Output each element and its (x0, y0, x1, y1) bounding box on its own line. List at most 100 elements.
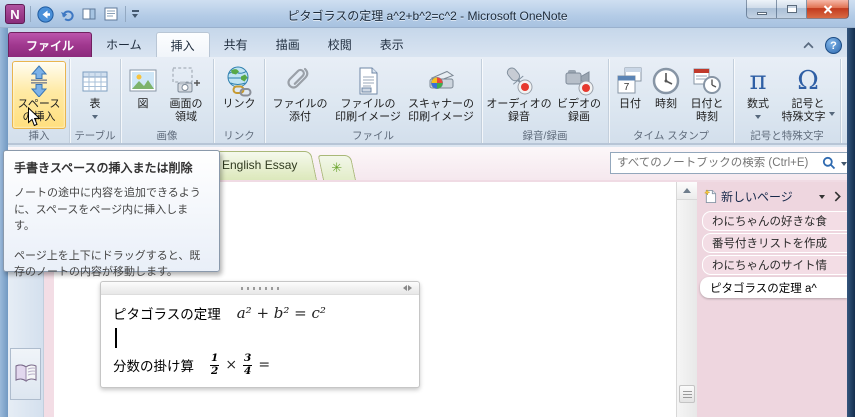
scrollbar-thumb[interactable] (679, 385, 695, 403)
search-box (610, 152, 853, 174)
search-input[interactable] (617, 157, 822, 169)
button-label: 表 (89, 98, 101, 110)
tooltip-insert-space: 手書きスペースの挿入または削除 ノートの途中に内容を追加できるように、スペースを… (3, 150, 220, 278)
button-label: ファイルの (272, 98, 328, 110)
tab-review[interactable]: 校閲 (314, 32, 366, 57)
page-tab-selected[interactable]: ピタゴラスの定理 a^ (700, 277, 847, 298)
equation-text: a² + b² = c² (236, 304, 326, 322)
vertical-scrollbar[interactable] (676, 182, 697, 417)
resize-handle-icon[interactable] (400, 285, 415, 291)
date-button[interactable]: 7 日付 (612, 61, 648, 129)
symbol-button[interactable]: Ω 記号と 特殊文字 (779, 61, 837, 129)
undo-button[interactable] (58, 5, 76, 23)
section-tab-label: English Essay (222, 158, 298, 172)
screen-clipping-button[interactable]: 画面の 領域 (162, 61, 210, 129)
note-line-cursor (113, 326, 407, 350)
new-page-dropdown-icon[interactable] (819, 195, 825, 202)
group-label-symbols: 記号と特殊文字 (750, 130, 824, 142)
date-and-time-button[interactable]: 日付と 時刻 (684, 61, 730, 129)
close-icon (823, 4, 832, 14)
file-printout-button[interactable]: ファイルの 印刷イメージ (332, 61, 404, 129)
dropdown-caret-icon (828, 112, 835, 119)
minimize-button[interactable] (746, 0, 777, 19)
table-button[interactable]: 表 (73, 61, 117, 129)
dropdown-caret-icon (755, 115, 761, 122)
microphone-icon (503, 65, 535, 97)
note-text: 分数の掛け算 (113, 359, 194, 374)
group-label-insert: 挿入 (28, 130, 50, 142)
button-label: 録音 (508, 111, 530, 123)
full-page-view-icon (104, 7, 118, 21)
link-globe-icon (223, 65, 255, 97)
window-title: ピタゴラスの定理 a^2+b^2=c^2 - Microsoft OneNote (287, 9, 568, 23)
scanner-printout-icon (425, 65, 457, 97)
titlebar: N ピタゴラスの定理 a^2+b^2=c^2 - Microsoft OneNo… (0, 0, 855, 28)
equals-operator: = (258, 357, 271, 373)
new-page-icon (704, 189, 717, 203)
customize-qat-dropdown-icon[interactable] (131, 9, 141, 19)
new-section-tab-button[interactable]: ✳ (318, 155, 357, 180)
ribbon: スペース の挿入 挿入 表 テーブル 図 画面の 領域 画像 リンク リンク フ… (8, 57, 847, 145)
drag-handle-icon (241, 287, 279, 290)
paperclip-icon (284, 65, 316, 97)
page-tab[interactable]: 番号付きリストを作成 (702, 233, 847, 253)
section-tab-english-essay[interactable]: English Essay (205, 151, 318, 180)
collapse-panel-icon[interactable] (834, 191, 841, 202)
back-button[interactable] (36, 5, 54, 23)
page-tab[interactable]: わにちゃんのサイト情 (702, 255, 847, 275)
maximize-button[interactable] (777, 0, 807, 19)
page-list: わにちゃんの好きな食 番号付きリストを作成 わにちゃんのサイト情 ピタゴラスの定… (697, 208, 847, 298)
full-page-view-button[interactable] (102, 5, 120, 23)
search-icon[interactable] (822, 156, 836, 170)
ribbon-group-insert: スペース の挿入 挿入 (9, 59, 70, 143)
link-button[interactable]: リンク (217, 61, 261, 129)
group-label-recording: 録音/録画 (522, 130, 568, 142)
button-label: 日付 (619, 98, 641, 110)
group-label-tables: テーブル (74, 130, 116, 142)
tab-home[interactable]: ホーム (92, 32, 156, 57)
equation-button[interactable]: π 数式 (737, 61, 779, 129)
note-line-2: 分数の掛け算 12 × 34 = (113, 350, 407, 380)
picture-button[interactable]: 図 (124, 61, 162, 129)
tab-draw[interactable]: 描画 (262, 32, 314, 57)
tooltip-body: ページ上を上下にドラッグすると、既存のノートの内容が移動します。 (14, 249, 201, 279)
button-label: 添付 (289, 111, 311, 123)
attach-file-button[interactable]: ファイルの 添付 (268, 61, 332, 129)
calendar-clock-icon (691, 65, 723, 97)
collapse-ribbon-icon[interactable] (803, 42, 814, 49)
dock-to-desktop-button[interactable] (80, 5, 98, 23)
button-label: 領域 (175, 111, 197, 123)
tab-insert[interactable]: 挿入 (155, 32, 210, 57)
help-button[interactable]: ? (825, 37, 842, 54)
record-video-button[interactable]: ビデオの 録画 (553, 61, 605, 129)
pi-equation-icon: π (749, 66, 767, 96)
tab-file[interactable]: ファイル (8, 32, 93, 57)
scroll-up-button[interactable] (677, 182, 697, 200)
record-audio-button[interactable]: オーディオの 録音 (485, 61, 553, 129)
times-operator: × (225, 357, 238, 373)
window-border-right (847, 28, 855, 417)
page-tab[interactable]: わにちゃんの好きな食 (702, 211, 847, 231)
button-label: 記号と (791, 98, 825, 110)
notebook-button[interactable] (10, 348, 41, 400)
minimize-icon (756, 11, 767, 15)
note-line-1: ピタゴラスの定理 a² + b² = c² (113, 300, 407, 326)
note-container[interactable]: ピタゴラスの定理 a² + b² = c² 分数の掛け算 12 × 34 = (100, 281, 420, 388)
new-section-icon: ✳ (331, 160, 343, 175)
undo-icon (61, 10, 74, 22)
tab-share[interactable]: 共有 (210, 32, 262, 57)
time-button[interactable]: 時刻 (648, 61, 684, 129)
calendar-icon: 7 (614, 65, 646, 97)
tab-view[interactable]: 表示 (366, 32, 418, 57)
scanner-printout-button[interactable]: スキャナーの 印刷イメージ (404, 61, 478, 129)
note-container-move-handle[interactable] (101, 282, 419, 295)
close-button[interactable] (807, 0, 849, 19)
scroll-up-arrow-icon (683, 184, 691, 193)
button-label: 数式 (747, 98, 769, 110)
note-text-area[interactable]: ピタゴラスの定理 a² + b² = c² 分数の掛け算 12 × 34 = (101, 295, 419, 380)
new-page-header[interactable]: 新しいページ (697, 182, 847, 208)
button-label: 画面の (169, 98, 203, 110)
text-cursor (115, 328, 117, 348)
button-label: 録画 (568, 111, 590, 123)
onenote-logo-icon[interactable]: N (5, 4, 25, 24)
